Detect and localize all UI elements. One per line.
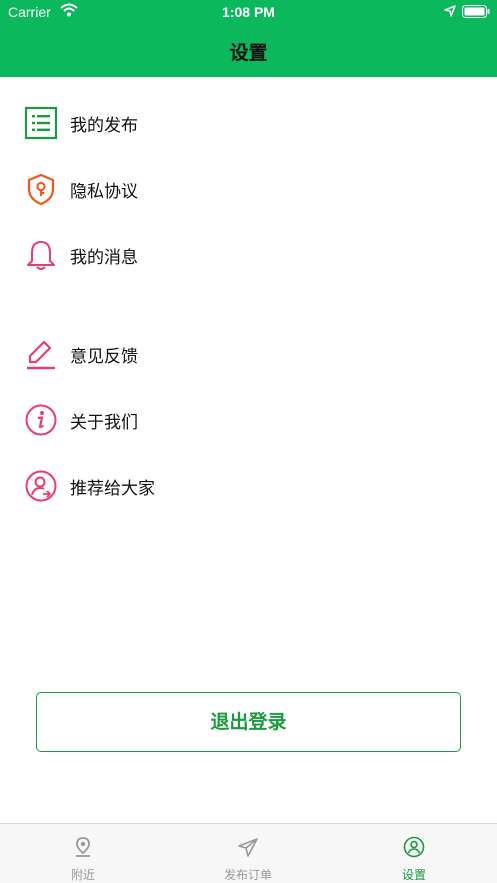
user-circle-icon (403, 836, 425, 858)
navigation-header: Carrier 1:08 PM 设置 (0, 0, 497, 77)
tab-post-order[interactable]: 发布订单 (165, 824, 331, 883)
pencil-icon (27, 340, 55, 370)
battery-icon (462, 5, 490, 18)
list-icon (24, 106, 58, 140)
menu-item-label: 我的消息 (70, 248, 138, 268)
page-title: 设置 (229, 42, 268, 64)
shield-lock-icon (27, 173, 55, 206)
tab-nearby[interactable]: 附近 (0, 824, 166, 883)
menu-item-my-posts[interactable]: 我的发布 (0, 97, 497, 147)
menu-item-label: 隐私协议 (70, 182, 138, 202)
tab-settings[interactable]: 设置 (331, 824, 497, 883)
menu-item-label: 关于我们 (70, 413, 138, 433)
status-time: 1:08 PM (222, 4, 275, 20)
menu-item-privacy[interactable]: 隐私协议 (0, 163, 497, 213)
tab-label: 附近 (70, 868, 95, 882)
info-icon (25, 404, 57, 436)
logout-button[interactable]: 退出登录 (36, 692, 461, 752)
location-arrow-icon (444, 5, 456, 17)
tab-bar: 附近 发布订单 设置 (0, 823, 497, 883)
menu-item-label: 意见反馈 (70, 347, 138, 367)
menu-item-label: 我的发布 (70, 116, 138, 136)
menu-item-messages[interactable]: 我的消息 (0, 229, 497, 279)
status-bar: Carrier 1:08 PM (0, 0, 497, 26)
menu-item-feedback[interactable]: 意见反馈 (0, 328, 497, 378)
bell-icon (27, 241, 55, 270)
menu-item-about[interactable]: 关于我们 (0, 394, 497, 444)
location-pin-icon (76, 837, 90, 857)
paper-plane-icon (238, 838, 258, 857)
menu-item-recommend[interactable]: 推荐给大家 (0, 460, 497, 510)
menu-item-label: 推荐给大家 (70, 479, 155, 499)
tab-label: 设置 (401, 868, 426, 882)
tab-label: 发布订单 (223, 868, 272, 882)
user-share-icon (25, 470, 57, 502)
